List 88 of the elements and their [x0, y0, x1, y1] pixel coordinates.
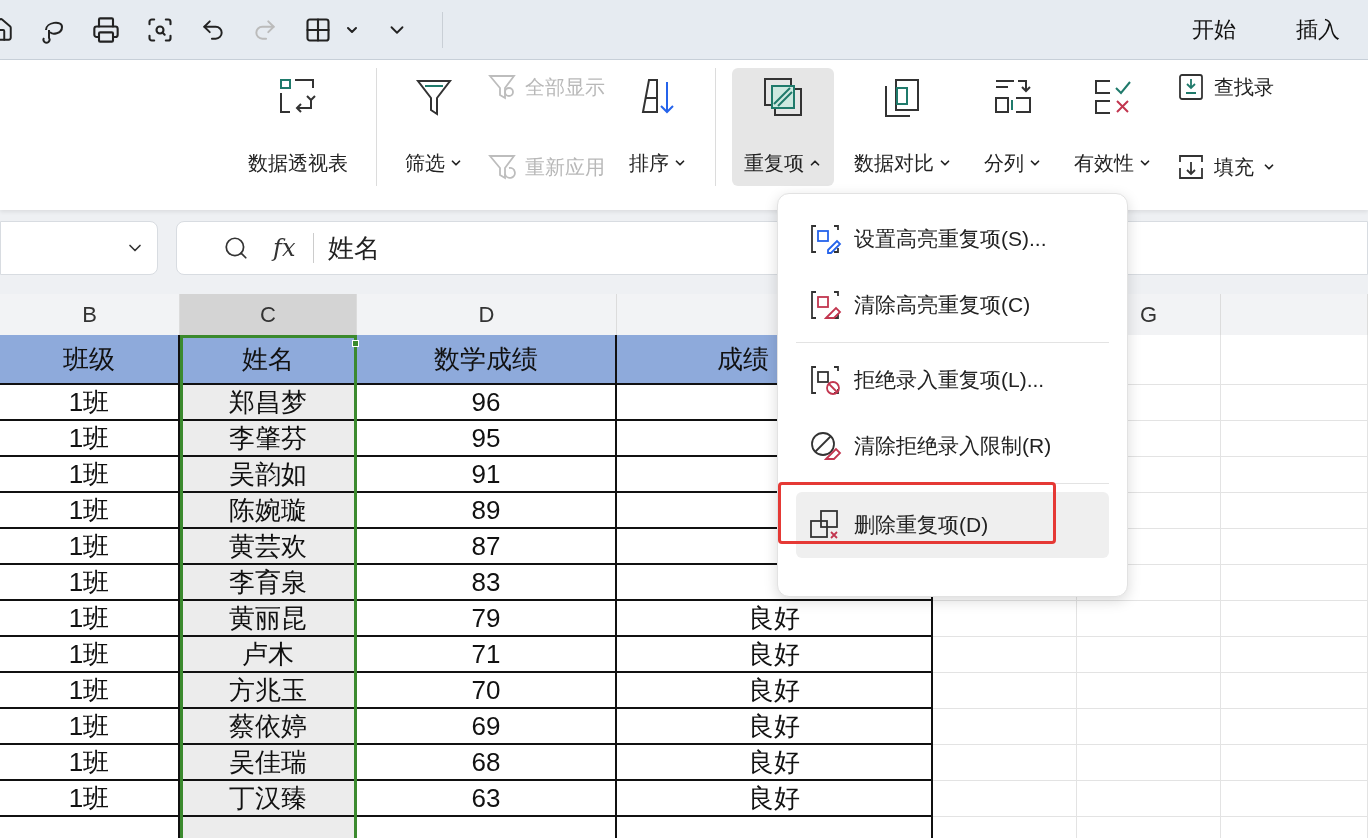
formula-value: 姓名 [328, 231, 381, 265]
table-cell: 69 [357, 709, 617, 745]
ribbon-button[interactable]: 排序 [617, 68, 699, 186]
menu-tab[interactable]: 插入 [1296, 13, 1340, 46]
menu-item-label: 删除重复项(D) [854, 512, 989, 539]
table-cell: 68 [357, 745, 617, 781]
function-label[interactable]: fx [273, 230, 296, 266]
table-cell: 良好 [617, 745, 933, 781]
filter-show-icon [487, 72, 517, 102]
menu-item[interactable]: 删除重复项(D) [796, 492, 1109, 558]
menu-item[interactable]: 清除拒绝录入限制(R) [796, 413, 1109, 479]
ribbon-label: 排序 [629, 151, 669, 176]
table-cell: 89 [357, 493, 617, 529]
table-cell: 1班 [0, 781, 180, 817]
ribbon-label: 分列 [984, 151, 1024, 176]
table-header-cell: 数学成绩 [357, 335, 617, 385]
print-preview-icon[interactable] [146, 15, 174, 44]
fill-icon [1176, 152, 1206, 182]
table-cell: 83 [357, 565, 617, 601]
table-cell: 李肇芬 [180, 421, 357, 457]
ribbon-label: 查找录 [1214, 75, 1274, 100]
table-cell: 87 [357, 529, 617, 565]
table-cell: 1班 [0, 493, 180, 529]
zoom-icon[interactable] [223, 235, 249, 261]
table-cell: 良好 [617, 781, 933, 817]
menu-tab[interactable]: 开始 [1192, 13, 1236, 46]
table-cell: 1班 [0, 385, 180, 421]
ribbon-button[interactable]: 有效性 [1062, 68, 1164, 186]
menu-item-label: 设置高亮重复项(S)... [854, 226, 1047, 253]
clear-restriction-icon [808, 429, 842, 463]
ribbon-label: 数据透视表 [248, 151, 348, 176]
table-cell: 1班 [0, 745, 180, 781]
table-cell: 1班 [0, 637, 180, 673]
table-cell: 吴韵如 [180, 457, 357, 493]
table-cell: 吴佳瑞 [180, 745, 357, 781]
ribbon-label: 重新应用 [525, 155, 605, 180]
ribbon-button[interactable]: 筛选 [393, 68, 475, 186]
borders-icon[interactable] [304, 15, 332, 44]
table-cell: 1班 [0, 601, 180, 637]
table-cell: 1班 [0, 421, 180, 457]
ribbon-label: 数据对比 [854, 151, 934, 176]
table-cell: 良好 [617, 709, 933, 745]
column-header[interactable]: C [180, 294, 357, 335]
ribbon-button[interactable]: 数据对比 [842, 68, 964, 186]
table-cell: 1班 [0, 457, 180, 493]
ribbon-button[interactable]: 数据透视表 [236, 68, 360, 186]
ribbon-label: 填充 [1214, 155, 1254, 180]
menu-item-label: 清除拒绝录入限制(R) [854, 433, 1052, 460]
table-cell: 良好 [617, 673, 933, 709]
table-cell: 卢木 [180, 637, 357, 673]
print-icon[interactable] [92, 15, 120, 44]
ribbon-label: 全部显示 [525, 75, 605, 100]
ribbon-label: 筛选 [405, 151, 445, 176]
table-cell: 黄丽昆 [180, 601, 357, 637]
table-cell: 79 [357, 601, 617, 637]
table-cell: 黄芸欢 [180, 529, 357, 565]
filter-reapply-icon [487, 152, 517, 182]
lookup-entry-icon [1176, 72, 1206, 102]
table-cell: 丁汉臻 [180, 781, 357, 817]
table-cell: 71 [357, 637, 617, 673]
table-cell: 良好 [617, 601, 933, 637]
menu-item-label: 清除高亮重复项(C) [854, 292, 1031, 319]
ribbon-small-button[interactable]: 查找录 [1176, 72, 1276, 102]
table-cell: 方兆玉 [180, 673, 357, 709]
ribbon-small-button[interactable]: 填充 [1176, 152, 1276, 182]
ribbon-button[interactable]: 分列 [972, 68, 1054, 186]
ribbon-label: 重复项 [744, 151, 804, 176]
clear-highlight-icon [808, 288, 842, 322]
highlight-duplicates-icon [808, 222, 842, 256]
table-cell: 良好 [617, 637, 933, 673]
table-cell: 1班 [0, 565, 180, 601]
table-cell: 郑昌梦 [180, 385, 357, 421]
table-cell: 蔡依婷 [180, 709, 357, 745]
table-cell: 陈婉璇 [180, 493, 357, 529]
reject-duplicates-icon [808, 363, 842, 397]
table-cell: 70 [357, 673, 617, 709]
table-cell: 李育泉 [180, 565, 357, 601]
table-cell: 91 [357, 457, 617, 493]
table-cell: 1班 [0, 709, 180, 745]
table-cell: 96 [357, 385, 617, 421]
table-cell: 1班 [0, 529, 180, 565]
duplicates-icon [762, 76, 804, 118]
table-cell: 1班 [0, 673, 180, 709]
ribbon-button[interactable]: 重复项 [732, 68, 834, 186]
table-cell: 95 [357, 421, 617, 457]
table-cell: 63 [357, 781, 617, 817]
ribbon-label: 有效性 [1074, 151, 1134, 176]
table-header-cell: 班级 [0, 335, 180, 385]
